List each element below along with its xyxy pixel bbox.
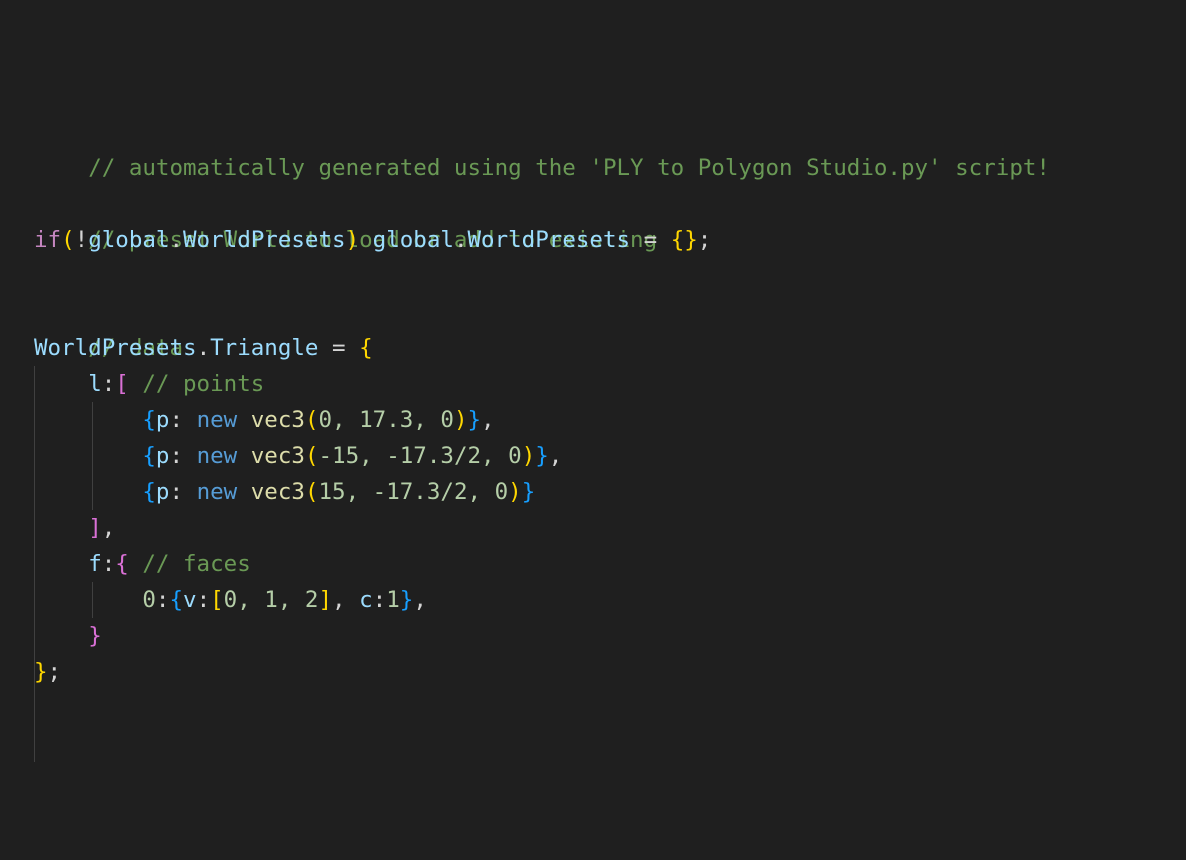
point-args: 0, 17.3, 0: [318, 407, 454, 433]
point-args: 15, -17.3/2, 0: [318, 479, 509, 505]
dot-3: .: [196, 335, 211, 361]
identifier-global-2: global: [372, 227, 454, 253]
function-vec3: vec3: [250, 479, 305, 505]
face-c-val: 1: [386, 587, 400, 613]
dot: .: [169, 227, 184, 253]
key-l: l: [88, 371, 102, 397]
comma: ,: [101, 515, 116, 541]
identifier-worldpresets: WorldPresets: [183, 227, 346, 253]
dot-2: .: [453, 227, 468, 253]
face-v-key: v: [183, 587, 197, 613]
code-line-7: WorldPresets.Triangle = {: [34, 330, 1154, 366]
comment-points: // points: [142, 371, 265, 397]
code-line-13: f:{ // faces: [34, 546, 1154, 582]
brace-f-open: {: [115, 551, 129, 577]
paren-close: ): [345, 227, 360, 253]
key-f: f: [88, 551, 102, 577]
paren-open: (: [61, 227, 75, 253]
code-line-4: if(!global.WorldPresets) global.WorldPre…: [34, 222, 1154, 258]
point-key: p: [155, 479, 170, 505]
comment-faces: // faces: [142, 551, 251, 577]
code-line-1: // automatically generated using the 'PL…: [34, 114, 1154, 181]
semicolon: ;: [697, 227, 712, 253]
code-line-3: // preset World to load or add to existi…: [34, 186, 1154, 253]
keyword-if: if: [34, 227, 62, 253]
identifier-worldpresets-3: WorldPresets: [34, 335, 197, 361]
keyword-new: new: [196, 407, 238, 433]
assign-operator: =: [630, 227, 671, 253]
bracket-open: [: [115, 371, 129, 397]
code-line-6: // data: [34, 294, 1154, 361]
final-semicolon: ;: [47, 659, 62, 685]
brace-f-close: }: [88, 623, 102, 649]
point-args: -15, -17.3/2, 0: [318, 443, 522, 469]
identifier-triangle: Triangle: [210, 335, 319, 361]
code-line-8: l:[ // points: [34, 366, 1154, 402]
keyword-new: new: [196, 479, 238, 505]
face-c-key: c: [359, 587, 373, 613]
point-key: p: [155, 407, 170, 433]
code-line-point-2: {p: new vec3(-15, -17.3/2, 0)},: [142, 443, 563, 469]
function-vec3: vec3: [250, 407, 305, 433]
brace-close: }: [34, 659, 48, 685]
code-line-15: }: [34, 618, 1154, 654]
assign-operator-2: =: [318, 335, 360, 361]
keyword-new: new: [196, 443, 238, 469]
code-line-12: ],: [34, 510, 1154, 546]
operator-not: !: [74, 227, 89, 253]
code-line-point-3: {p: new vec3(15, -17.3/2, 0)}: [142, 479, 536, 505]
bracket-close: ]: [88, 515, 102, 541]
code-line-16: };: [34, 654, 1154, 690]
function-vec3: vec3: [250, 443, 305, 469]
code-line-14: 0:{v:[0, 1, 2], c:1},: [142, 587, 427, 613]
point-key: p: [155, 443, 170, 469]
empty-object: {}: [670, 227, 698, 253]
identifier-global: global: [88, 227, 170, 253]
identifier-worldpresets-2: WorldPresets: [467, 227, 631, 253]
point-trail: ,: [548, 443, 563, 469]
colon-2: :: [101, 551, 116, 577]
face-index: 0: [142, 587, 156, 613]
brace-open: {: [359, 335, 373, 361]
point-trail: ,: [481, 407, 495, 433]
code-editor[interactable]: // automatically generated using the 'PL…: [34, 114, 1154, 762]
code-line-point-1: {p: new vec3(0, 17.3, 0)},: [142, 407, 495, 433]
face-v-list: 0, 1, 2: [223, 587, 319, 613]
colon: :: [101, 371, 116, 397]
